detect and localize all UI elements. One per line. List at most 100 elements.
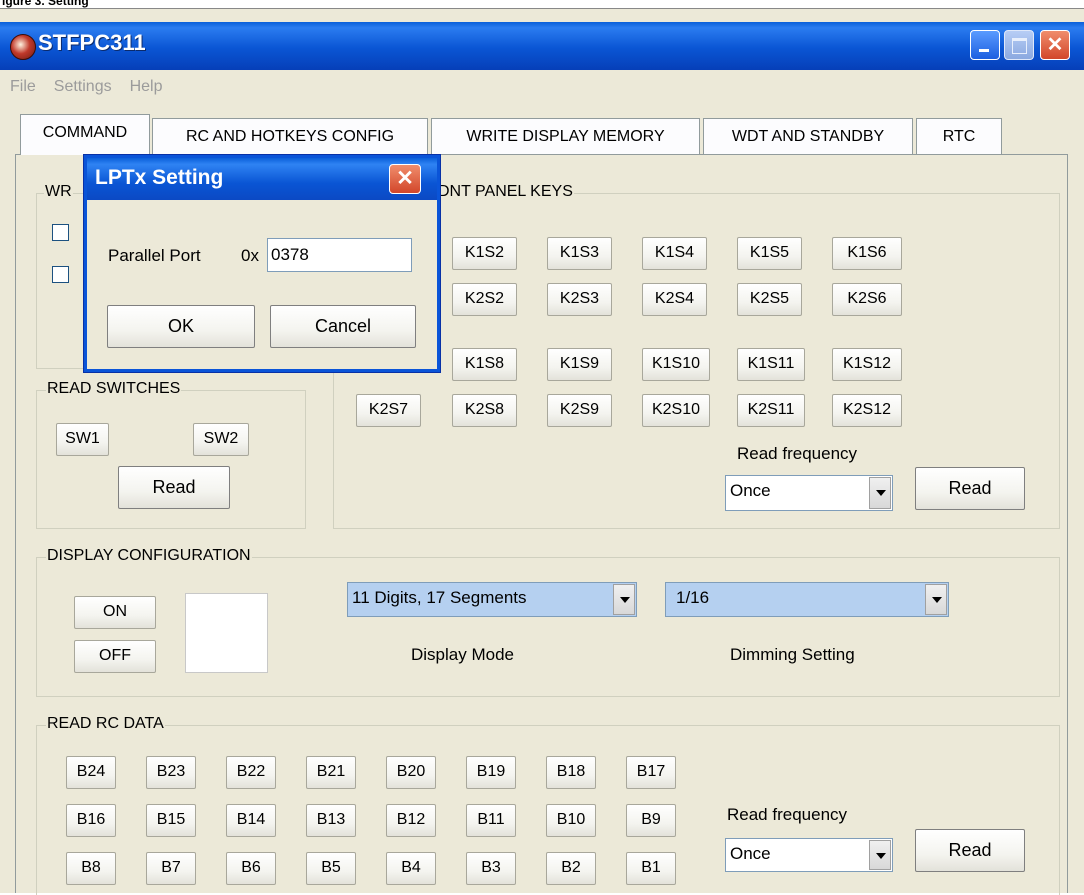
tab-wdt-standby[interactable]: WDT AND STANDBY: [703, 118, 913, 155]
rc-b22[interactable]: B22: [226, 756, 276, 789]
menu-help[interactable]: Help: [130, 78, 163, 95]
dimming-setting-select[interactable]: 1/16: [665, 582, 949, 617]
menu-file[interactable]: File: [10, 78, 36, 95]
dialog-ok-button[interactable]: OK: [107, 305, 255, 348]
rc-b13[interactable]: B13: [306, 804, 356, 837]
parallel-port-input[interactable]: [267, 238, 412, 272]
key-k2s8[interactable]: K2S8: [452, 394, 517, 427]
key-k2s12[interactable]: K2S12: [832, 394, 902, 427]
key-k1s5[interactable]: K1S5: [737, 237, 802, 270]
key-k2s2[interactable]: K2S2: [452, 283, 517, 316]
dialog-cancel-button[interactable]: Cancel: [270, 305, 416, 348]
read-rc-data-label: READ RC DATA: [46, 715, 165, 733]
menu-settings[interactable]: Settings: [54, 78, 112, 95]
rc-b14[interactable]: B14: [226, 804, 276, 837]
tab-command[interactable]: COMMAND: [20, 114, 150, 155]
fp-read-button[interactable]: Read: [915, 467, 1025, 510]
key-k2s5[interactable]: K2S5: [737, 283, 802, 316]
rc-b8[interactable]: B8: [66, 852, 116, 885]
chevron-down-icon[interactable]: [869, 840, 891, 870]
key-k2s4[interactable]: K2S4: [642, 283, 707, 316]
rc-b1[interactable]: B1: [626, 852, 676, 885]
chevron-down-icon[interactable]: [613, 584, 635, 615]
figure-caption-text: igure 3. Setting: [2, 0, 89, 8]
rc-b5[interactable]: B5: [306, 852, 356, 885]
rc-b9[interactable]: B9: [626, 804, 676, 837]
rc-read-button[interactable]: Read: [915, 829, 1025, 872]
rc-b19[interactable]: B19: [466, 756, 516, 789]
rc-b21[interactable]: B21: [306, 756, 356, 789]
key-k1s11[interactable]: K1S11: [737, 348, 805, 381]
key-k1s8[interactable]: K1S8: [452, 348, 517, 381]
rc-read-frequency-select[interactable]: Once: [725, 838, 893, 872]
tab-rtc[interactable]: RTC: [916, 118, 1002, 155]
write-checkbox-1[interactable]: [52, 224, 69, 241]
rc-b2[interactable]: B2: [546, 852, 596, 885]
hex-prefix-label: 0x: [241, 246, 259, 265]
front-panel-keys-label: DNT PANEL KEYS: [437, 183, 574, 201]
switch-sw1[interactable]: SW1: [56, 423, 109, 456]
display-off-button[interactable]: OFF: [74, 640, 156, 673]
window-title: STFPC311: [38, 30, 146, 55]
key-k1s9[interactable]: K1S9: [547, 348, 612, 381]
chevron-down-icon[interactable]: [925, 584, 947, 615]
key-k2s3[interactable]: K2S3: [547, 283, 612, 316]
dialog-title-bar[interactable]: LPTx Setting ✕: [87, 158, 437, 200]
rc-b17[interactable]: B17: [626, 756, 676, 789]
display-configuration-label: DISPLAY CONFIGURATION: [46, 547, 252, 565]
switches-read-button[interactable]: Read: [118, 466, 230, 509]
rc-b3[interactable]: B3: [466, 852, 516, 885]
display-preview-box: [185, 593, 268, 673]
key-k2s7[interactable]: K2S7: [356, 394, 421, 427]
tab-rc-hotkeys-config[interactable]: RC AND HOTKEYS CONFIG: [152, 118, 428, 155]
key-k2s10[interactable]: K2S10: [642, 394, 710, 427]
chevron-down-icon[interactable]: [869, 477, 891, 509]
display-on-button[interactable]: ON: [74, 596, 156, 629]
key-k1s4[interactable]: K1S4: [642, 237, 707, 270]
maximize-icon[interactable]: [1004, 30, 1034, 60]
key-k2s11[interactable]: K2S11: [737, 394, 805, 427]
key-k1s3[interactable]: K1S3: [547, 237, 612, 270]
write-checkbox-2[interactable]: [52, 266, 69, 283]
read-switches-label: READ SWITCHES: [46, 380, 182, 398]
rc-b20[interactable]: B20: [386, 756, 436, 789]
dimming-setting-label: Dimming Setting: [730, 645, 855, 664]
key-k1s12[interactable]: K1S12: [832, 348, 902, 381]
rc-b23[interactable]: B23: [146, 756, 196, 789]
tab-write-display-memory[interactable]: WRITE DISPLAY MEMORY: [431, 118, 700, 155]
fp-read-frequency-value: Once: [730, 481, 771, 500]
app-icon: [10, 34, 36, 60]
rc-b24[interactable]: B24: [66, 756, 116, 789]
display-mode-select[interactable]: 11 Digits, 17 Segments: [347, 582, 637, 617]
rc-read-frequency-label: Read frequency: [727, 805, 848, 824]
rc-b10[interactable]: B10: [546, 804, 596, 837]
switch-sw2[interactable]: SW2: [193, 423, 249, 456]
minimize-icon[interactable]: [970, 30, 1000, 60]
rc-b16[interactable]: B16: [66, 804, 116, 837]
figure-caption: igure 3. Setting: [0, 0, 1084, 8]
rc-read-frequency-value: Once: [730, 844, 771, 863]
lptx-setting-dialog: LPTx Setting ✕ Parallel Port 0x OK Cance…: [84, 155, 440, 372]
fp-read-frequency-select[interactable]: Once: [725, 475, 893, 511]
key-k2s9[interactable]: K2S9: [547, 394, 612, 427]
rc-b7[interactable]: B7: [146, 852, 196, 885]
close-icon[interactable]: ✕: [1040, 30, 1070, 60]
key-k2s6[interactable]: K2S6: [832, 283, 902, 316]
write-group-label: WR: [44, 183, 73, 201]
rc-b15[interactable]: B15: [146, 804, 196, 837]
display-mode-value: 11 Digits, 17 Segments: [352, 588, 527, 607]
dialog-title: LPTx Setting: [95, 166, 224, 189]
key-k1s2[interactable]: K1S2: [452, 237, 517, 270]
close-icon[interactable]: ✕: [389, 164, 421, 194]
rc-b12[interactable]: B12: [386, 804, 436, 837]
title-bar[interactable]: STFPC311 ✕: [0, 22, 1084, 70]
rc-b4[interactable]: B4: [386, 852, 436, 885]
rc-b18[interactable]: B18: [546, 756, 596, 789]
fp-read-frequency-label: Read frequency: [737, 444, 858, 463]
key-k1s10[interactable]: K1S10: [642, 348, 710, 381]
dimming-setting-value: 1/16: [676, 588, 710, 607]
parallel-port-label: Parallel Port: [108, 246, 201, 265]
rc-b6[interactable]: B6: [226, 852, 276, 885]
rc-b11[interactable]: B11: [466, 804, 516, 837]
key-k1s6[interactable]: K1S6: [832, 237, 902, 270]
